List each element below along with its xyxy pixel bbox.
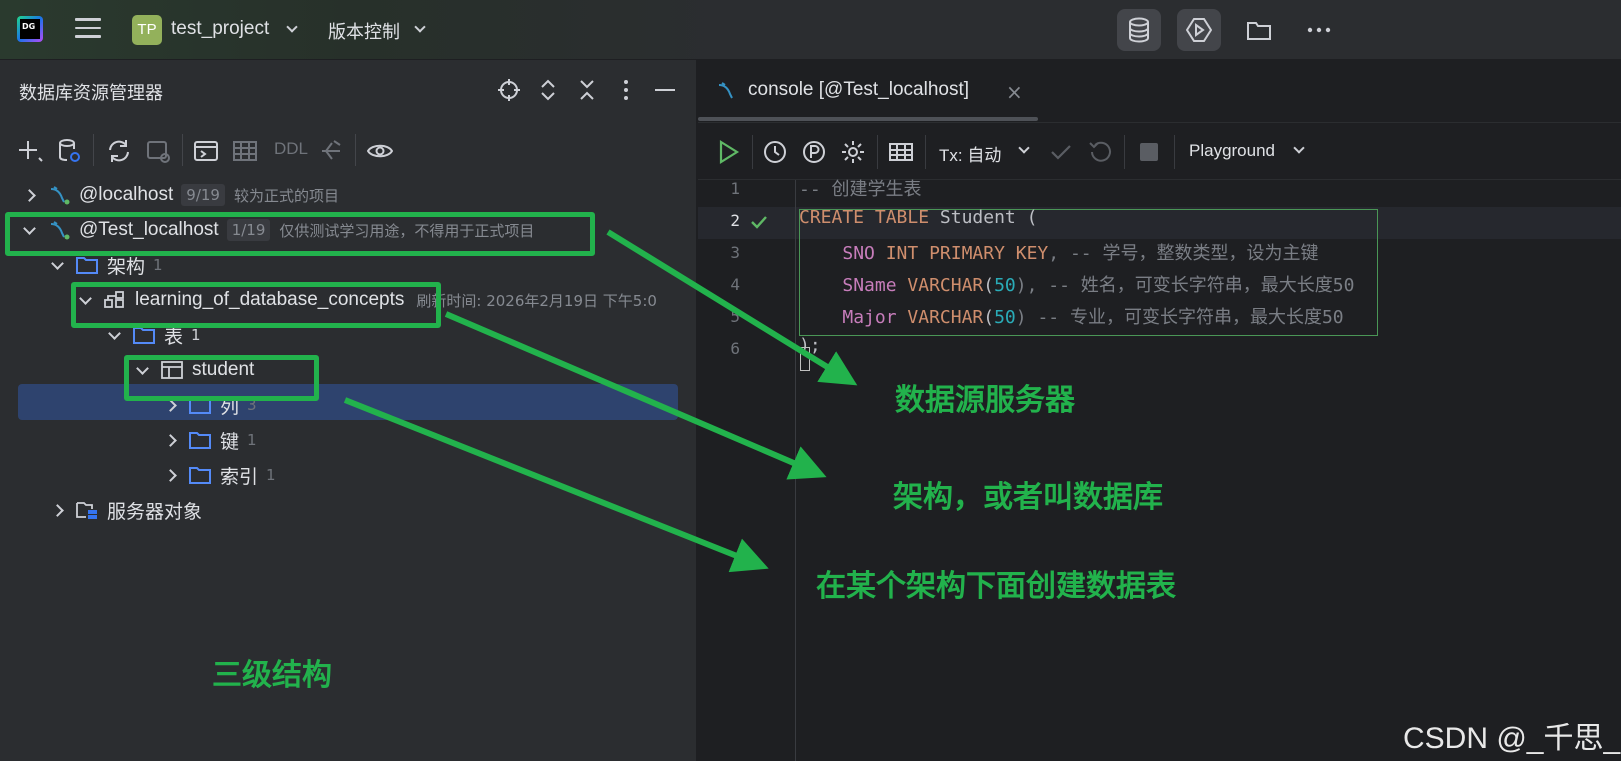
annotation-arrows	[343, 229, 858, 573]
arrow-to-schema-label	[444, 311, 827, 480]
annotation-schema: 架构，或者叫数据库	[893, 480, 1163, 515]
annotation-three-levels: 三级结构	[212, 658, 332, 693]
arrow-to-table-label	[343, 397, 769, 573]
watermark: CSDN @_千思_	[1403, 722, 1621, 755]
arrow-to-server-label	[606, 229, 858, 386]
annotation-server: 数据源服务器	[895, 383, 1075, 418]
annotation-table: 在某个架构下面创建数据表	[816, 569, 1176, 604]
